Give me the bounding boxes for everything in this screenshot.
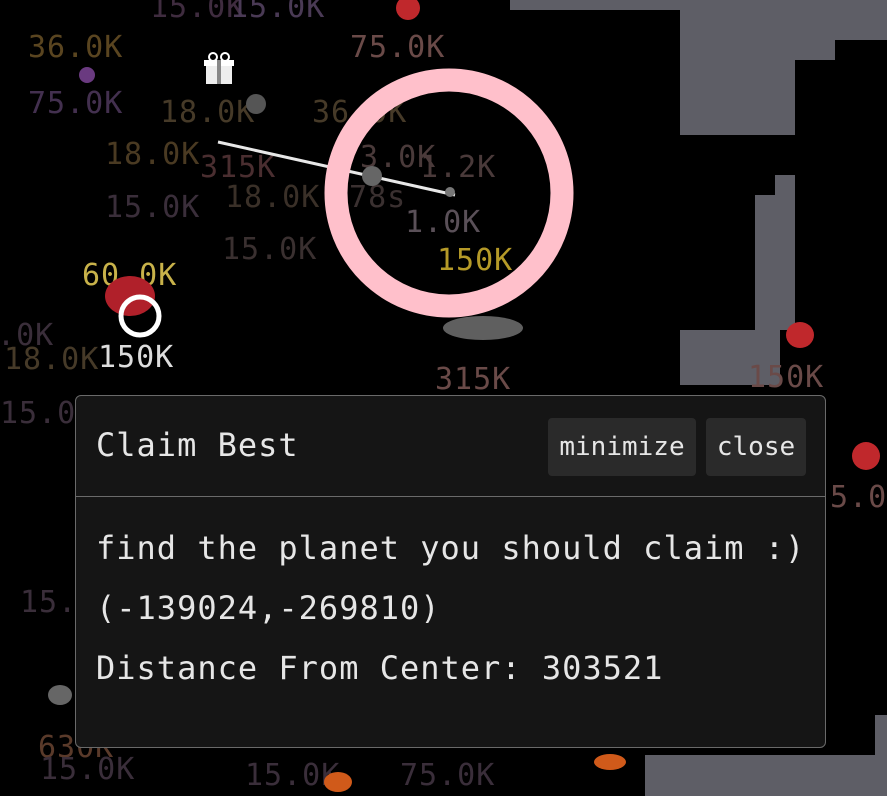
planet-icon [48, 685, 72, 705]
distance-row: Distance From Center: 303521 [96, 649, 663, 687]
planet-icon [324, 772, 352, 792]
planet-icon [79, 67, 95, 83]
gift-icon [204, 52, 234, 84]
planet-icon [246, 94, 266, 114]
planet-marker [445, 187, 455, 197]
planet-icon [396, 0, 420, 20]
panel-header[interactable]: Claim Best minimize close [76, 396, 825, 497]
distance-value: 303521 [541, 649, 664, 687]
planet-icon [852, 442, 880, 470]
minimize-button[interactable]: minimize [548, 418, 696, 476]
panel-title: Claim Best [96, 426, 299, 464]
planet-icon [594, 754, 626, 770]
claim-best-panel: Claim Best minimize close find the plane… [75, 395, 826, 748]
distance-label: Distance From Center: [96, 649, 522, 687]
planet-icon [443, 316, 523, 340]
planet-icon [786, 322, 814, 348]
planet-marker [362, 166, 382, 186]
panel-description: find the planet you should claim :) [96, 529, 806, 567]
planet-coordinates[interactable]: (-139024,-269810) [96, 589, 441, 627]
close-button[interactable]: close [706, 418, 806, 476]
